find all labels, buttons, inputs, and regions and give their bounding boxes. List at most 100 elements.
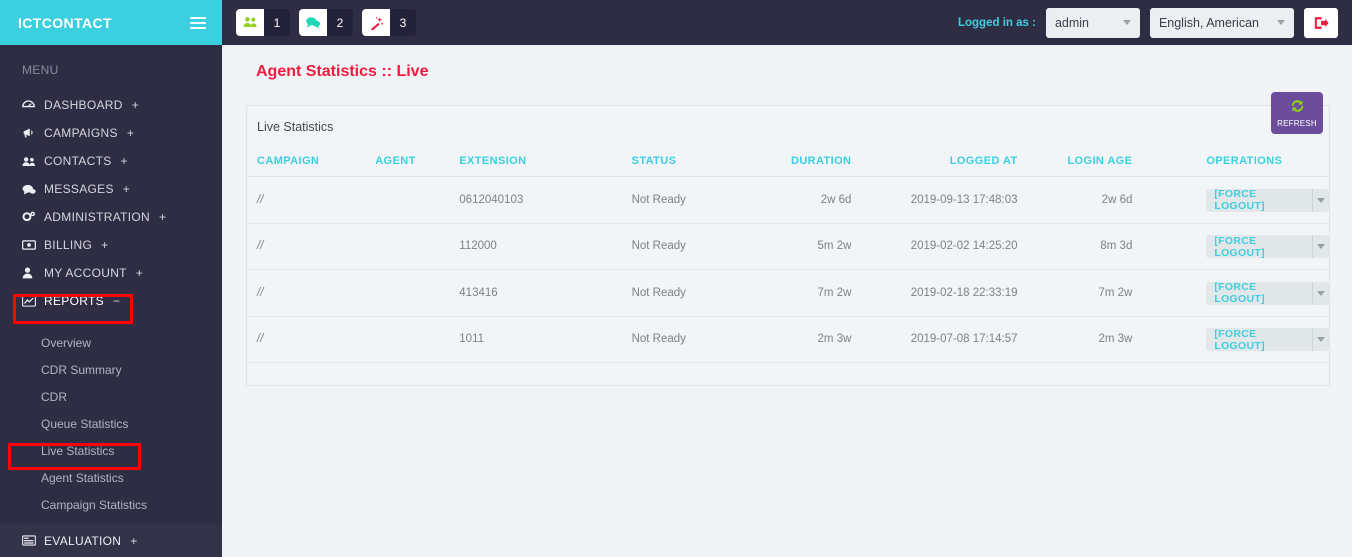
table-row: // 1011 Not Ready 2m 3w 2019-07-08 17:14… [247, 316, 1329, 363]
hamburger-icon[interactable] [190, 16, 206, 29]
sidebar-item-messages[interactable]: MESSAGES + [0, 175, 222, 203]
sidebar-collapser[interactable]: − [113, 294, 120, 308]
column-header-login-age[interactable]: LOGIN AGE [1029, 148, 1145, 177]
column-header-status[interactable]: STATUS [631, 148, 753, 177]
logout-icon [1314, 16, 1329, 29]
sidebar-subitem-campaign-statistics[interactable]: Campaign Statistics [0, 491, 222, 518]
cell-login-age: 2m 3w [1029, 316, 1145, 363]
app-root: ICTCONTACT 1 2 3 Logged in as: admin En… [0, 0, 1352, 557]
sidebar-item-label: EVALUATION [44, 533, 122, 548]
dashboard-icon [22, 99, 42, 111]
cell-operations: [FORCE LOGOUT] [1144, 316, 1329, 363]
sidebar-subitem-queue-statistics[interactable]: Queue Statistics [0, 410, 222, 437]
sidebar-item-dashboard[interactable]: DASHBOARD + [0, 91, 222, 119]
badge-wizard[interactable]: 3 [362, 9, 416, 36]
panel-footer [247, 363, 1329, 385]
column-header-extension[interactable]: EXTENSION [459, 148, 632, 177]
panel-title: Live Statistics [257, 120, 334, 134]
refresh-button[interactable]: REFRESH [1271, 92, 1323, 134]
cell-operations: [FORCE LOGOUT] [1144, 176, 1329, 224]
sidebar-item-reports[interactable]: REPORTS − [0, 287, 222, 315]
cell-login-age: 2w 6d [1029, 176, 1145, 224]
cell-duration: 7m 2w [752, 269, 866, 317]
badge-wizard-count: 3 [390, 9, 416, 36]
sidebar-expander[interactable]: + [123, 182, 130, 196]
sidebar-expander[interactable]: + [127, 126, 134, 140]
column-header-campaign[interactable]: CAMPAIGN [247, 148, 376, 177]
language-dropdown[interactable]: English, American [1149, 7, 1294, 38]
sidebar-subitem-label: Agent Statistics [41, 470, 124, 485]
sidebar-item-label: DASHBOARD [44, 98, 123, 112]
sidebar-subitem-live-statistics[interactable]: Live Statistics [0, 437, 222, 464]
operations-dropdown-toggle[interactable] [1312, 328, 1329, 351]
sidebar-expander[interactable]: + [132, 98, 139, 112]
users-icon [236, 9, 264, 36]
cell-agent [375, 223, 460, 270]
user-dropdown[interactable]: admin [1045, 7, 1140, 38]
sidebar-subitem-cdr-summary[interactable]: CDR Summary [0, 356, 222, 383]
operations-dropdown-toggle[interactable] [1312, 281, 1329, 305]
live-statistics-panel: Live Statistics REFRESH CAMPAIGN AGENT E… [246, 92, 1330, 386]
cell-agent [375, 269, 460, 317]
sidebar-item-contacts[interactable]: CONTACTS + [0, 147, 222, 175]
cell-operations: [FORCE LOGOUT] [1144, 223, 1329, 270]
sidebar-expander[interactable]: + [159, 210, 166, 224]
cell-duration: 2m 3w [752, 316, 866, 363]
cell-campaign: // [247, 223, 376, 270]
column-header-operations[interactable]: OPERATIONS [1144, 148, 1329, 177]
sidebar-expander[interactable]: + [130, 534, 137, 548]
force-logout-button[interactable]: [FORCE LOGOUT] [1206, 328, 1313, 352]
cell-extension: 112000 [459, 223, 632, 270]
money-icon [22, 240, 42, 250]
operations-dropdown-toggle[interactable] [1312, 188, 1329, 212]
cell-campaign: // [247, 269, 376, 317]
sidebar-item-label: MY ACCOUNT [44, 266, 127, 280]
sidebar-evaluation-wrap: EVALUATION + [0, 524, 222, 557]
operations-button-group: [FORCE LOGOUT] [1206, 235, 1329, 259]
user-dropdown-value: admin [1054, 15, 1089, 30]
magic-wand-icon [362, 9, 390, 36]
sidebar-item-billing[interactable]: BILLING + [0, 231, 222, 259]
sidebar-item-my-account[interactable]: MY ACCOUNT + [0, 259, 222, 287]
sidebar-subitem-cdr[interactable]: CDR [0, 383, 222, 410]
cell-logged-at: 2019-09-13 17:48:03 [865, 176, 1030, 224]
sidebar-expander[interactable]: + [121, 154, 128, 168]
badge-users[interactable]: 1 [236, 9, 290, 36]
sidebar-expander[interactable]: + [136, 266, 143, 280]
force-logout-button[interactable]: [FORCE LOGOUT] [1206, 281, 1313, 305]
cell-extension: 0612040103 [459, 176, 632, 224]
sidebar-item-label: ADMINISTRATION [44, 210, 150, 224]
panel-header: Live Statistics REFRESH [247, 92, 1329, 148]
sidebar-subitem-agent-statistics[interactable]: Agent Statistics [0, 464, 222, 491]
logout-button[interactable] [1304, 7, 1338, 38]
logo-zone: ICTCONTACT [0, 0, 222, 45]
operations-button-group: [FORCE LOGOUT] [1206, 281, 1329, 305]
force-logout-button[interactable]: [FORCE LOGOUT] [1206, 188, 1313, 212]
sidebar-subitem-label: Live Statistics [41, 443, 115, 458]
sidebar-item-campaigns[interactable]: CAMPAIGNS + [0, 119, 222, 147]
sidebar-expander[interactable]: + [101, 238, 108, 252]
column-header-duration[interactable]: DURATION [752, 148, 866, 177]
column-header-agent[interactable]: AGENT [375, 148, 460, 177]
user-icon [22, 267, 42, 279]
chevron-down-icon [1122, 20, 1131, 25]
force-logout-button[interactable]: [FORCE LOGOUT] [1206, 235, 1313, 259]
badge-chat[interactable]: 2 [299, 9, 353, 36]
cell-agent [375, 176, 460, 224]
sidebar-item-evaluation[interactable]: EVALUATION + [0, 524, 222, 557]
chevron-down-icon [1317, 244, 1326, 249]
sidebar-subitem-overview[interactable]: Overview [0, 329, 222, 356]
sidebar-item-administration[interactable]: ADMINISTRATION + [0, 203, 222, 231]
sidebar-subitem-label: CDR [41, 389, 67, 404]
sidebar-item-label: REPORTS [44, 294, 104, 308]
sidebar-subitem-label: Overview [41, 335, 92, 350]
refresh-icon-svg [1291, 100, 1303, 112]
sidebar: MENU DASHBOARD + CAMPAIGNS + CONTACTS + [0, 45, 222, 557]
column-header-logged-at[interactable]: LOGGED AT [865, 148, 1030, 177]
chevron-down-icon [1317, 337, 1326, 342]
badge-users-count: 1 [264, 9, 290, 36]
cell-duration: 5m 2w [752, 223, 866, 270]
badge-chat-count: 2 [327, 9, 353, 36]
operations-dropdown-toggle[interactable] [1312, 235, 1329, 258]
chat-icon-svg [306, 17, 321, 29]
